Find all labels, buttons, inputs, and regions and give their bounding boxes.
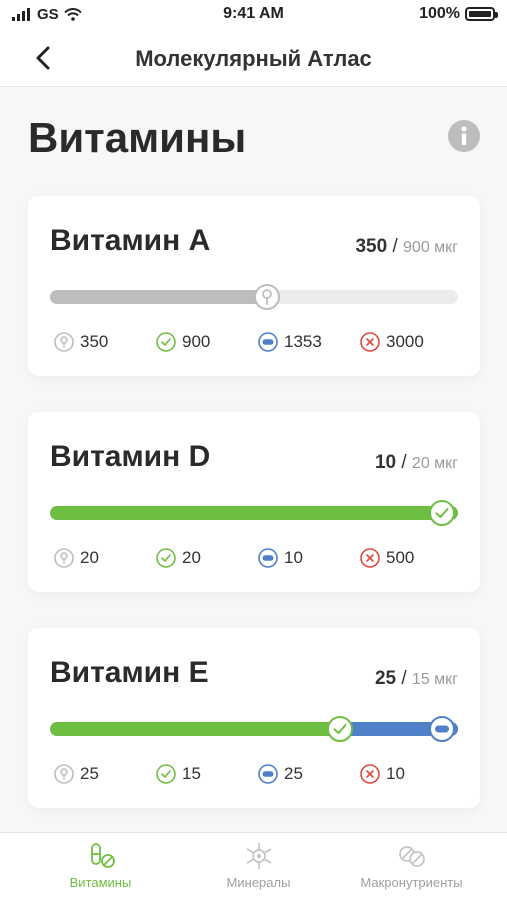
stat-max-value: 3000 bbox=[386, 332, 424, 351]
vitamin-amount: 10 / 20 мкг bbox=[375, 452, 458, 474]
capsule-icon bbox=[258, 548, 278, 568]
stats-row: 350 900 1353 3000 bbox=[50, 332, 470, 356]
status-bar: GS 9:41 AM 100% bbox=[0, 0, 507, 30]
amount-separator: / bbox=[392, 236, 398, 257]
cross-icon bbox=[360, 548, 380, 568]
stat-avg: 1353 bbox=[258, 332, 322, 352]
pin-icon bbox=[54, 332, 74, 352]
tab-bar: Витамины Минералы Макронутриенты bbox=[0, 832, 507, 901]
status-right: 100% bbox=[419, 5, 498, 23]
pill-icon bbox=[90, 843, 115, 868]
check-icon bbox=[156, 548, 176, 568]
stat-min: 350 bbox=[54, 332, 108, 352]
amount-separator: / bbox=[401, 668, 407, 689]
vitamin-amount: 350 / 900 мкг bbox=[355, 236, 458, 258]
check-icon bbox=[156, 332, 176, 352]
stat-norm: 900 bbox=[156, 332, 210, 352]
min-marker-icon bbox=[254, 284, 280, 310]
stat-norm: 20 bbox=[156, 548, 201, 568]
molecule-icon bbox=[246, 843, 271, 869]
vitamin-card-e[interactable]: Витамин E 25 / 15 мкг 25 15 25 10 bbox=[28, 628, 480, 808]
stat-max: 3000 bbox=[360, 332, 424, 352]
stat-max: 10 bbox=[360, 764, 405, 784]
amount-target: 15 мкг bbox=[411, 671, 458, 688]
stat-avg-value: 25 bbox=[284, 764, 303, 783]
vitamin-card-a[interactable]: Витамин A 350 / 900 мкг 350 900 1353 300… bbox=[28, 196, 480, 376]
battery-icon bbox=[465, 7, 498, 21]
vitamin-card-d[interactable]: Витамин D 10 / 20 мкг 20 20 10 500 bbox=[28, 412, 480, 592]
tab-minerals[interactable]: Минералы bbox=[174, 841, 343, 890]
tab-macronutrients-label: Макронутриенты bbox=[360, 875, 463, 890]
stat-min-value: 350 bbox=[80, 332, 109, 351]
progress-fill-norm bbox=[50, 722, 340, 736]
tab-minerals-label: Минералы bbox=[226, 875, 291, 890]
vitamin-name: Витамин E bbox=[50, 656, 209, 689]
vitamin-name: Витамин D bbox=[50, 440, 211, 473]
amount-separator: / bbox=[401, 452, 407, 473]
avg-marker-icon bbox=[429, 716, 455, 742]
stat-max-value: 10 bbox=[386, 764, 405, 783]
pin-icon bbox=[54, 764, 74, 784]
stat-norm-value: 20 bbox=[182, 548, 201, 567]
stat-norm-value: 15 bbox=[182, 764, 201, 783]
progress-track bbox=[50, 506, 458, 520]
stat-avg: 25 bbox=[258, 764, 303, 784]
page-title: Витамины bbox=[28, 114, 247, 161]
tab-vitamins[interactable]: Витамины bbox=[16, 841, 185, 890]
stat-min-value: 25 bbox=[80, 764, 99, 783]
tab-macronutrients[interactable]: Макронутриенты bbox=[327, 841, 496, 890]
stat-norm-value: 900 bbox=[182, 332, 211, 351]
pin-icon bbox=[54, 548, 74, 568]
progress-track bbox=[50, 722, 458, 736]
stat-norm: 15 bbox=[156, 764, 201, 784]
stat-min: 20 bbox=[54, 548, 99, 568]
stats-row: 25 15 25 10 bbox=[50, 764, 470, 788]
stat-min: 25 bbox=[54, 764, 99, 784]
nav-title: Молекулярный Атлас bbox=[135, 46, 372, 71]
check-icon bbox=[156, 764, 176, 784]
progress-fill bbox=[50, 506, 458, 520]
norm-marker-icon bbox=[429, 500, 455, 526]
stat-max-value: 500 bbox=[386, 548, 415, 567]
stat-avg-value: 10 bbox=[284, 548, 303, 567]
tab-vitamins-label: Витамины bbox=[69, 875, 132, 890]
norm-marker-icon bbox=[327, 716, 353, 742]
cross-icon bbox=[360, 764, 380, 784]
amount-target: 900 мкг bbox=[403, 239, 458, 256]
amount-value: 25 bbox=[374, 668, 397, 689]
amount-value: 350 bbox=[355, 236, 388, 257]
battery-percent: 100% bbox=[419, 5, 460, 22]
capsule-icon bbox=[258, 764, 278, 784]
progress-fill bbox=[50, 290, 268, 304]
capsule-icon bbox=[258, 332, 278, 352]
info-icon[interactable] bbox=[447, 119, 481, 153]
macronutrients-icon bbox=[398, 846, 425, 867]
stat-min-value: 20 bbox=[80, 548, 99, 567]
amount-target: 20 мкг bbox=[411, 455, 458, 472]
stat-avg: 10 bbox=[258, 548, 303, 568]
stats-row: 20 20 10 500 bbox=[50, 548, 470, 572]
stat-avg-value: 1353 bbox=[284, 332, 322, 351]
cross-icon bbox=[360, 332, 380, 352]
navigation-bar: Молекулярный Атлас bbox=[0, 30, 507, 87]
vitamin-amount: 25 / 15 мкг bbox=[375, 668, 458, 690]
stat-max: 500 bbox=[360, 548, 414, 568]
vitamin-name: Витамин A bbox=[50, 224, 211, 257]
amount-value: 10 bbox=[374, 452, 397, 473]
